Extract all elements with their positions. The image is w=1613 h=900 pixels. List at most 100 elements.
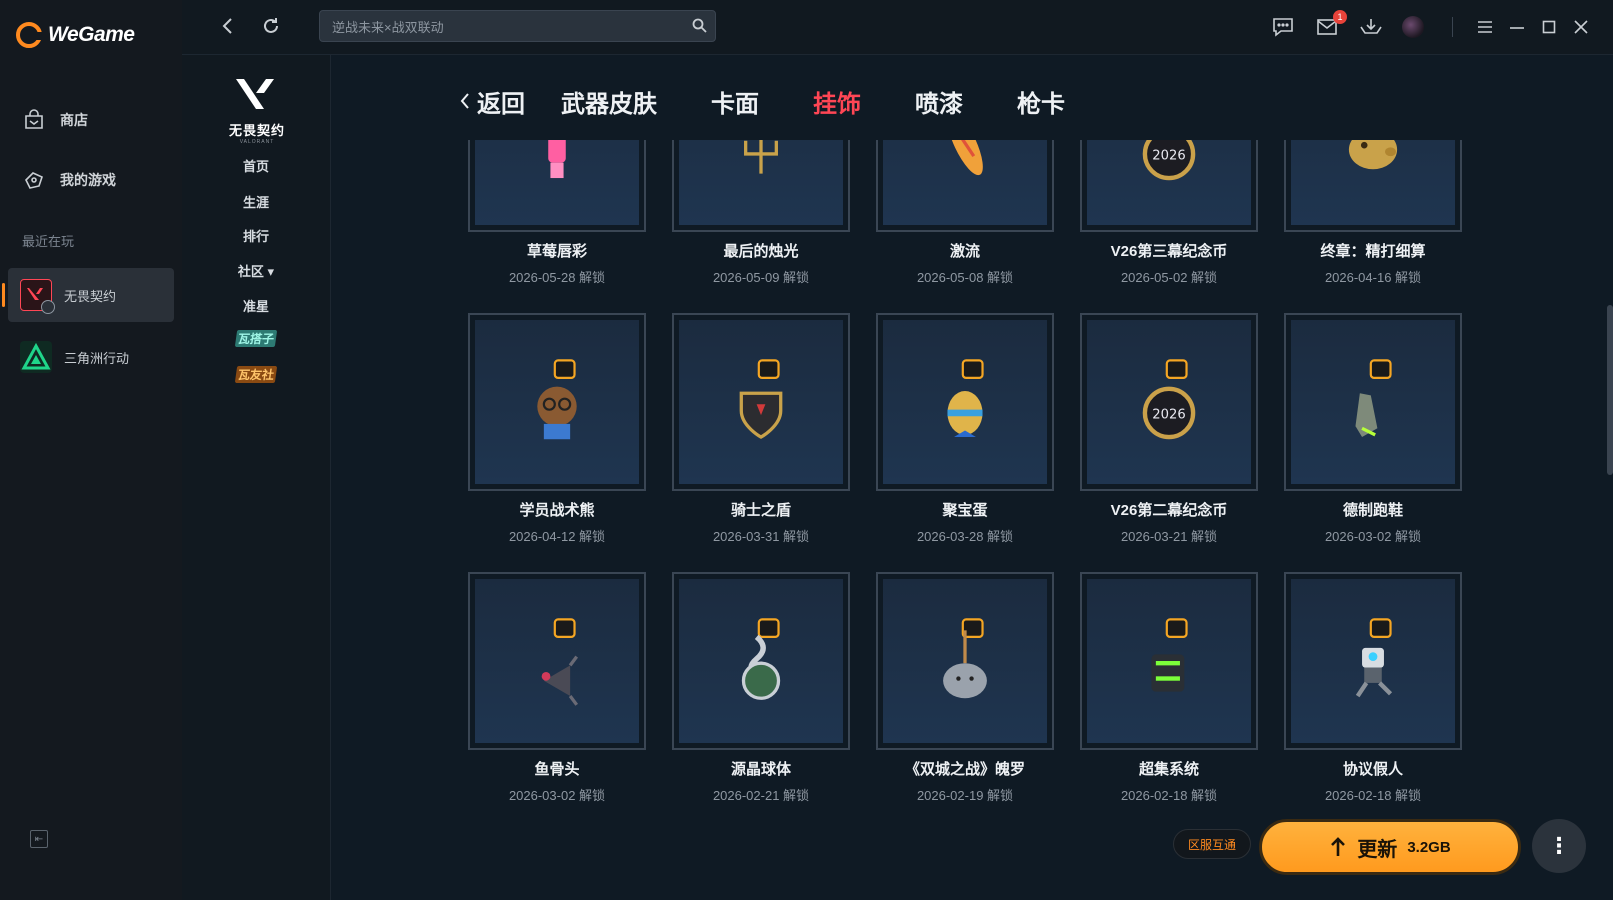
close-icon[interactable] <box>1568 15 1594 39</box>
charm-image-frame[interactable] <box>1284 140 1462 232</box>
mail-icon[interactable]: 1 <box>1314 10 1347 39</box>
charm-image-frame[interactable] <box>876 313 1054 491</box>
category-tabs: 返回 武器皮肤 卡面 挂饰 喷漆 枪卡 <box>459 81 1119 121</box>
charm-card[interactable]: 协议假人 2026-02-18 解锁 <box>1284 572 1462 831</box>
charm-card[interactable]: 超集系统 2026-02-18 解锁 <box>1080 572 1258 831</box>
search-input[interactable] <box>330 11 674 43</box>
charm-card[interactable]: 鱼骨头 2026-03-02 解锁 <box>468 572 646 831</box>
game-nav-crosshair[interactable]: 准星 <box>182 296 330 315</box>
charm-image <box>475 320 639 484</box>
refresh-icon[interactable] <box>259 14 283 38</box>
charm-card[interactable]: 源晶球体 2026-02-21 解锁 <box>672 572 850 831</box>
game-nav-tag-dazi[interactable]: 瓦搭子 <box>182 330 330 347</box>
bear-charm-icon <box>537 359 577 440</box>
charm-unlock-date: 2026-03-31 解锁 <box>712 529 810 544</box>
sidebar-item-store[interactable]: 商店 <box>22 108 88 132</box>
charm-name: 草莓唇彩 <box>526 243 587 260</box>
tab-player-cards[interactable]: 卡面 <box>711 84 759 119</box>
charm-grid-viewport[interactable]: 草莓唇彩 2026-05-28 解锁 最后的烛光 2026-05-09 解锁 激流 202… <box>331 140 1613 900</box>
more-options-icon[interactable]: ⋮ <box>1532 819 1586 873</box>
game-nav-home[interactable]: 首页 <box>182 156 330 175</box>
menu-icon[interactable] <box>1472 15 1498 39</box>
charm-unlock-date: 2026-02-19 解锁 <box>916 788 1014 803</box>
charm-card[interactable]: 2026 V26第三幕纪念币 2026-05-02 解锁 <box>1080 140 1258 313</box>
sidebar-item-my-games[interactable]: 我的游戏 <box>22 168 116 192</box>
recent-game-valorant[interactable]: 无畏契约 <box>2 268 174 322</box>
gamepad-icon <box>22 168 46 192</box>
search-icon[interactable] <box>692 18 707 38</box>
update-label: 更新 <box>1357 838 1398 861</box>
charm-card[interactable]: 最后的烛光 2026-05-09 解锁 <box>672 140 850 313</box>
update-button[interactable]: 更新 3.2GB <box>1259 819 1521 875</box>
charm-image-frame[interactable] <box>1080 572 1258 750</box>
top-bar: 1 <box>182 0 1613 55</box>
charm-image-frame[interactable] <box>672 140 850 232</box>
charm-image <box>679 579 843 743</box>
charm-image-frame[interactable] <box>672 572 850 750</box>
app-sidebar: WeGame 商店 我的游戏 最近在玩 无畏契约 三角洲行动 ⇤ <box>0 0 182 900</box>
tab-charms[interactable]: 挂饰 <box>813 84 861 119</box>
charm-card[interactable]: 草莓唇彩 2026-05-28 解锁 <box>468 140 646 313</box>
robot-pack-charm-icon <box>1151 618 1188 692</box>
minimize-icon[interactable] <box>1504 15 1530 39</box>
charm-card[interactable]: 终章：精打细算 2026-04-16 解锁 <box>1284 140 1462 313</box>
dummy-robot-charm-icon <box>1355 618 1393 698</box>
charm-image <box>883 140 1047 225</box>
recent-game-delta-force[interactable]: 三角洲行动 <box>8 330 174 384</box>
charm-image-frame[interactable] <box>876 572 1054 750</box>
game-nav-community[interactable]: 社区 ▾ <box>182 261 330 280</box>
charm-unlock-date: 2026-03-02 解锁 <box>1324 529 1422 544</box>
collapse-sidebar-icon[interactable]: ⇤ <box>30 830 48 848</box>
back-button[interactable]: 返回 <box>459 84 525 119</box>
charm-image-frame[interactable] <box>1284 572 1462 750</box>
tab-weapon-skins[interactable]: 武器皮肤 <box>561 84 657 119</box>
charm-image-frame[interactable] <box>468 313 646 491</box>
charm-image-frame[interactable] <box>468 572 646 750</box>
game-nav-tag-youshe[interactable]: 瓦友社 <box>182 366 330 383</box>
charm-name: 协议假人 <box>1342 761 1403 778</box>
back-arrow-icon[interactable] <box>216 14 240 38</box>
charm-name: 《双城之战》魄罗 <box>904 761 1025 778</box>
search-box[interactable] <box>319 10 716 43</box>
sidebar-item-label: 我的游戏 <box>60 172 116 188</box>
app-name: WeGame <box>48 23 135 46</box>
wegame-logo-icon <box>16 22 43 48</box>
store-bag-icon <box>22 108 46 132</box>
charm-card[interactable]: 学员战术熊 2026-04-12 解锁 <box>468 313 646 572</box>
charm-image-frame[interactable] <box>468 140 646 232</box>
avatar[interactable] <box>1400 15 1426 39</box>
charm-card[interactable]: 2026 V26第二幕纪念币 2026-03-21 解锁 <box>1080 313 1258 572</box>
wegame-logo[interactable]: WeGame <box>16 22 135 48</box>
tab-sprays[interactable]: 喷漆 <box>915 84 963 119</box>
charm-image-frame[interactable] <box>1284 313 1462 491</box>
charm-image <box>883 579 1047 743</box>
game-logo-sub: VALORANT <box>239 139 275 145</box>
tag-youshe-label: 瓦友社 <box>234 366 278 383</box>
charm-image: 2026 <box>1087 320 1251 484</box>
charm-image <box>1291 320 1455 484</box>
main-content: 返回 武器皮肤 卡面 挂饰 喷漆 枪卡 草莓唇彩 2026-05-28 解锁 最后的… <box>331 55 1613 900</box>
download-manager-icon[interactable] <box>1358 15 1384 39</box>
charm-unlock-date: 2026-03-28 解锁 <box>916 529 1014 544</box>
game-nav-career[interactable]: 生涯 <box>182 192 330 211</box>
charm-image-frame[interactable] <box>876 140 1054 232</box>
region-interop-chip[interactable]: 区服互通 <box>1173 829 1251 859</box>
charm-card[interactable]: 骑士之盾 2026-03-31 解锁 <box>672 313 850 572</box>
valorant-logo[interactable]: 无畏契约 VALORANT <box>222 75 292 145</box>
back-label: 返回 <box>477 90 525 118</box>
chat-icon[interactable] <box>1270 15 1296 39</box>
charm-card[interactable]: 《双城之战》魄罗 2026-02-19 解锁 <box>876 572 1054 831</box>
charm-card[interactable]: 德制跑鞋 2026-03-02 解锁 <box>1284 313 1462 572</box>
charm-card[interactable]: 聚宝蛋 2026-03-28 解锁 <box>876 313 1054 572</box>
charm-image-frame[interactable] <box>672 313 850 491</box>
charm-card[interactable]: 激流 2026-05-08 解锁 <box>876 140 1054 313</box>
scrollbar[interactable] <box>1607 305 1613 475</box>
tab-titles[interactable]: 枪卡 <box>1017 84 1065 119</box>
charm-image-frame[interactable]: 2026 <box>1080 140 1258 232</box>
surfboard-charm-icon <box>947 140 983 176</box>
charm-name: 骑士之盾 <box>730 502 791 519</box>
charm-image-frame[interactable]: 2026 <box>1080 313 1258 491</box>
maximize-icon[interactable] <box>1536 15 1562 39</box>
charm-image <box>679 140 843 225</box>
game-nav-ranking[interactable]: 排行 <box>182 226 330 245</box>
